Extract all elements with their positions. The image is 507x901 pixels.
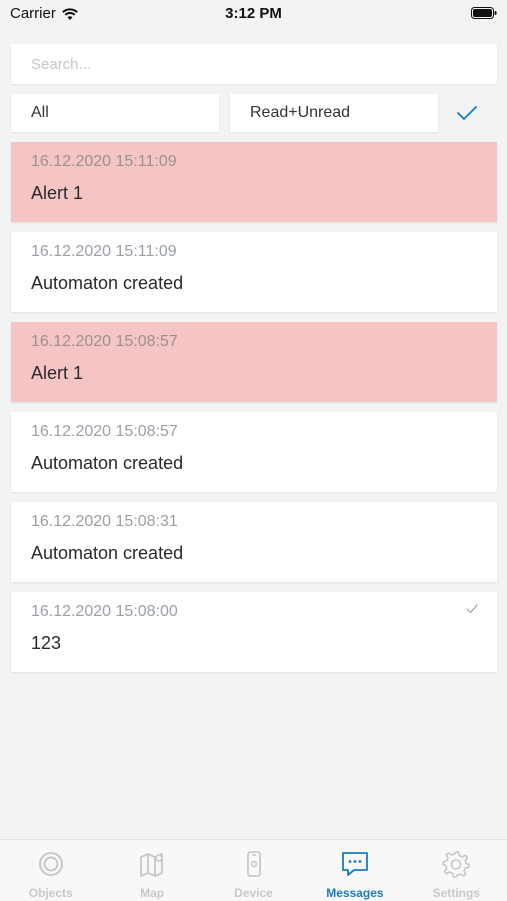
tab-label: Messages [326,886,384,900]
tab-map[interactable]: Map [101,840,202,901]
tab-messages[interactable]: Messages [304,840,405,901]
battery-icon [471,7,497,19]
message-list: 16.12.2020 15:11:09 Alert 1 16.12.2020 1… [11,142,497,682]
checkmark-icon [457,106,477,120]
device-icon [246,851,261,877]
tab-label: Settings [432,886,480,900]
message-type-filter-value: All [31,104,49,121]
message-time: 16.12.2020 15:08:31 [31,513,178,530]
tab-label: Objects [28,886,73,900]
message-type-filter[interactable]: All [11,94,219,132]
read-state-filter[interactable]: Read+Unread [230,94,438,132]
message-time: 16.12.2020 15:11:09 [31,153,177,170]
message-item[interactable]: 16.12.2020 15:11:09 Alert 1 [11,142,497,222]
message-item[interactable]: 16.12.2020 15:08:57 Automaton created [11,412,497,492]
map-icon [140,853,164,877]
read-check-icon [466,604,478,614]
tab-label: Device [234,886,273,900]
message-text: Alert 1 [31,363,84,383]
message-text: Automaton created [31,273,184,293]
message-time: 16.12.2020 15:08:57 [31,423,178,440]
message-time: 16.12.2020 15:08:57 [31,333,178,350]
message-item[interactable]: 16.12.2020 15:08:31 Automaton created [11,502,497,582]
message-time: 16.12.2020 15:11:09 [31,243,177,260]
message-text: Alert 1 [31,183,84,203]
read-state-filter-value: Read+Unread [250,104,351,121]
message-item[interactable]: 16.12.2020 15:08:00 123 [11,592,497,672]
tab-objects[interactable]: Objects [0,840,101,901]
settings-icon [442,851,471,878]
tab-device[interactable]: Device [203,840,304,901]
message-time: 16.12.2020 15:08:00 [31,603,178,620]
clock: 3:12 PM [225,5,282,22]
tab-bar: Objects Map Device Messages Settings [0,839,507,901]
search-input[interactable] [29,54,479,74]
message-text: Automaton created [31,453,184,473]
message-text: Automaton created [31,543,184,563]
tab-settings[interactable]: Settings [406,840,507,901]
search-bar[interactable] [11,44,497,84]
status-bar: Carrier 3:12 PM [0,0,507,30]
objects-icon [38,852,63,876]
tab-label: Map [140,886,165,900]
mark-all-read-button[interactable] [452,101,482,125]
message-text: 123 [31,633,62,653]
messages-icon [342,852,368,876]
message-item[interactable]: 16.12.2020 15:11:09 Automaton created [11,232,497,312]
message-item[interactable]: 16.12.2020 15:08:57 Alert 1 [11,322,497,402]
